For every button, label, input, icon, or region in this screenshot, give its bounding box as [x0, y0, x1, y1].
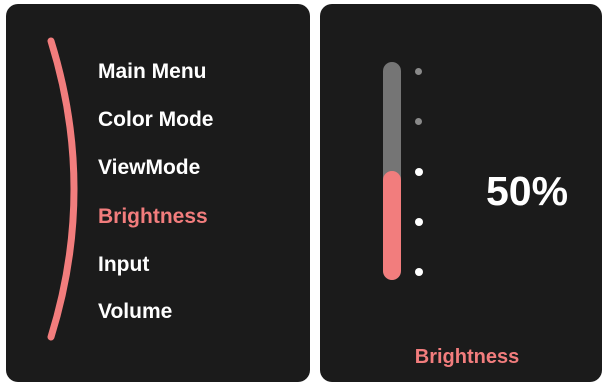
menu-item-volume[interactable]: Volume — [98, 301, 172, 322]
menu-item-color-mode[interactable]: Color Mode — [98, 109, 214, 130]
menu-item-main-menu[interactable]: Main Menu — [98, 61, 207, 82]
level-step-dot — [415, 268, 423, 276]
menu-item-brightness[interactable]: Brightness — [98, 206, 208, 227]
setting-title: Brightness — [414, 346, 520, 368]
menu-item-viewmode[interactable]: ViewMode — [98, 157, 200, 178]
brightness-slider[interactable] — [383, 62, 401, 280]
brightness-panel: 50% Brightness — [320, 4, 602, 382]
brightness-value: 50% — [486, 168, 569, 214]
brightness-slider-fill — [383, 171, 401, 280]
menu-item-input[interactable]: Input — [98, 254, 149, 275]
level-step-dot — [415, 118, 422, 125]
level-step-dot — [415, 68, 422, 75]
level-step-dot — [415, 218, 423, 226]
level-step-dot — [415, 168, 423, 176]
menu-panel: Main Menu Color Mode ViewMode Brightness… — [6, 4, 310, 382]
